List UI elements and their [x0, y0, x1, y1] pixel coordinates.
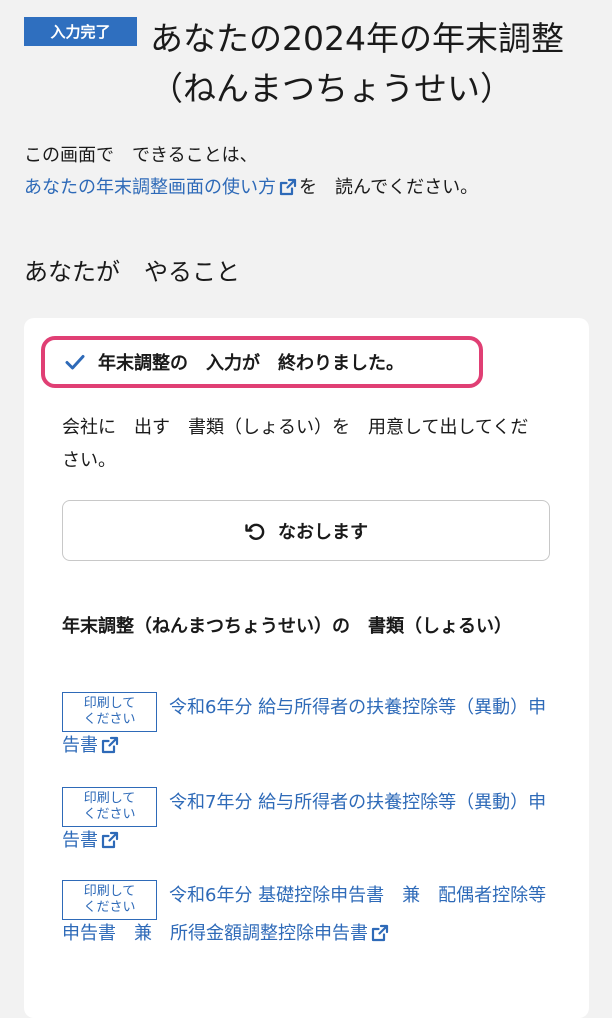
external-link-icon — [371, 923, 389, 951]
page-title: あなたの2024年の年末調整（ねんまつちょうせい） — [150, 19, 564, 108]
redo-button[interactable]: なおします — [62, 500, 550, 561]
page-header: 入力完了 あなたの2024年の年末調整（ねんまつちょうせい） — [0, 0, 612, 120]
intro-text: この画面で できることは、 あなたの年末調整画面の使い方 を 読んでください。 — [24, 140, 594, 207]
status-badge: 入力完了 — [24, 17, 137, 46]
intro-text-after: を 読んでください。 — [299, 177, 479, 198]
intro-text-before: この画面で できることは、 — [24, 145, 258, 166]
print-tag-line1: 印刷して — [83, 791, 136, 806]
print-tag-line2: ください — [83, 900, 136, 915]
external-link-icon — [101, 735, 119, 763]
print-tag-line1: 印刷して — [83, 884, 136, 899]
document-item: 印刷して ください 令和6年分 給与所得者の扶養控除等（異動）申告書 — [62, 692, 552, 763]
print-tag: 印刷して ください — [62, 880, 157, 920]
document-item: 印刷して ください 令和7年分 給与所得者の扶養控除等（異動）申告書 — [62, 787, 552, 858]
check-icon — [65, 354, 85, 370]
completion-notice: 年末調整の 入力が 終わりました。 — [41, 336, 483, 388]
section-title: あなたが やること — [24, 258, 240, 286]
print-tag-line1: 印刷して — [83, 696, 136, 711]
document-item: 印刷して ください 令和6年分 基礎控除申告書 兼 配偶者控除等申告書 兼 所得金額… — [62, 880, 552, 951]
print-tag-line2: ください — [83, 712, 136, 727]
print-tag-line2: ください — [83, 807, 136, 822]
external-link-icon — [101, 830, 119, 858]
usage-guide-link[interactable]: あなたの年末調整画面の使い方 — [24, 177, 299, 198]
usage-guide-link-label: あなたの年末調整画面の使い方 — [24, 177, 276, 198]
print-tag: 印刷して ください — [62, 787, 157, 827]
completion-message: 年末調整の 入力が 終わりました。 — [98, 353, 404, 374]
print-tag: 印刷して ください — [62, 692, 157, 732]
external-link-icon — [279, 175, 297, 207]
todo-card: 年末調整の 入力が 終わりました。 会社に 出す 書類（しょるい）を 用意して出… — [24, 318, 589, 1018]
redo-button-label: なおします — [278, 521, 368, 543]
instruction-text: 会社に 出す 書類（しょるい）を 用意して出してください。 — [62, 417, 529, 471]
undo-arrow-icon — [244, 520, 266, 542]
documents-heading: 年末調整（ねんまつちょうせい）の 書類（しょるい） — [62, 616, 512, 637]
